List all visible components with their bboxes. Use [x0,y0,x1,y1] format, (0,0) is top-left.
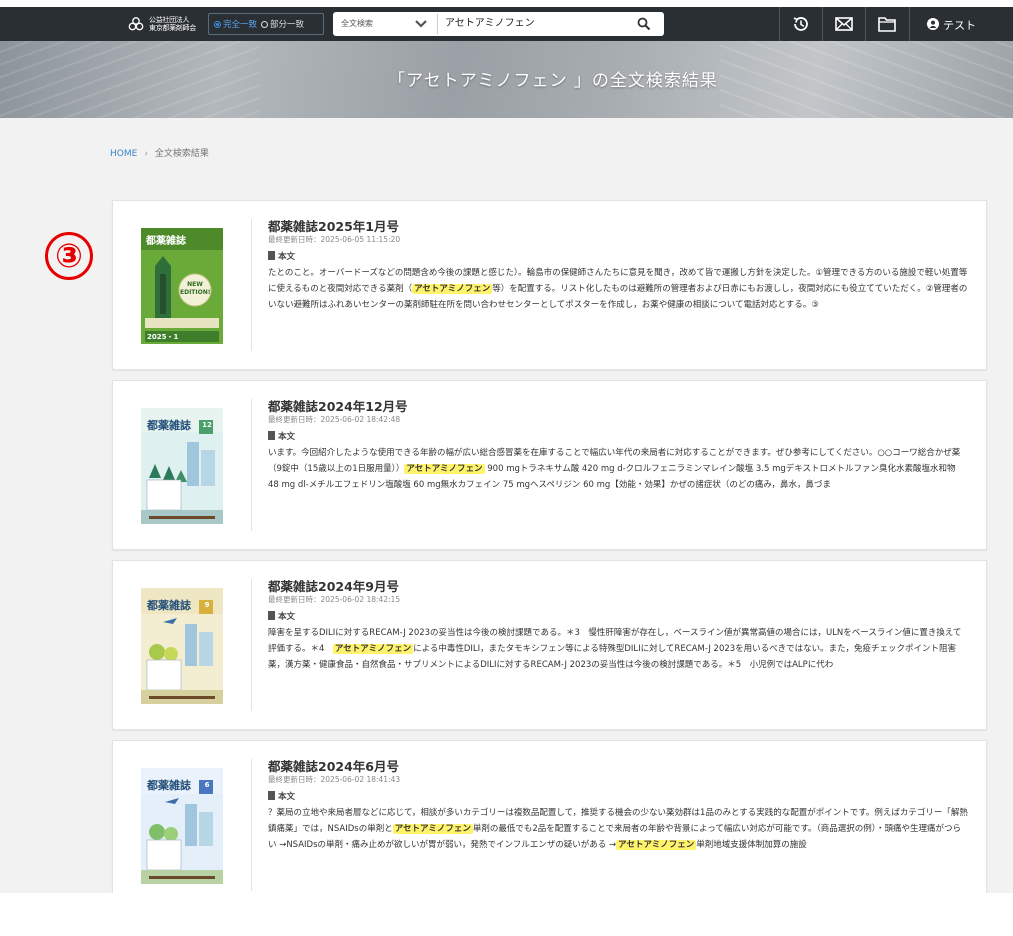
cover-title: 都薬雑誌 [146,236,186,247]
search-result-card[interactable]: 都薬雑誌 9 都薬雑誌2024年9月号 最終更新日時：2025-06-02 18… [112,560,987,730]
partial-match-option[interactable]: 部分一致 [261,18,304,30]
search-scope-select[interactable]: 全文検索 [341,12,373,36]
search-term-highlight: アセトアミノフェン [392,824,473,834]
chevron-down-icon[interactable] [414,18,428,30]
result-snippet: 障害を呈するDILIに対するRECAM-J 2023の妥当性は今後の検討課題であ… [268,625,968,673]
folder-icon [878,17,896,32]
cover-issue: 9 [204,601,210,609]
section-label-text: 本文 [278,432,296,442]
result-updated-at: 最終更新日時：2025-06-02 18:42:15 [268,595,401,604]
card-divider [251,219,252,351]
page-bottom-area [0,893,1013,936]
partial-match-radio[interactable] [261,20,269,28]
cover-title: 都薬雑誌 [147,599,191,612]
card-divider [251,579,252,711]
cover-badge: NEW EDITION! [180,281,211,296]
cover-issue: 6 [204,781,210,789]
breadcrumb: HOME › 全文検索結果 [110,146,209,159]
card-divider [251,759,252,891]
result-snippet: います。今回紹介したような使用できる年齢の幅が広い総合感冒薬を在庫することで幅広… [268,445,968,493]
result-section-label: 本文 [268,250,295,262]
step-number-marker: ③ [45,232,93,280]
result-updated-at: 最終更新日時：2025-06-02 18:42:48 [268,415,401,424]
section-label-text: 本文 [278,792,296,802]
snippet-text: 単剤地域支援体制加算の施設 [696,840,807,850]
cover-title: 都薬雑誌 [147,419,191,432]
logo-line-2: 東京都薬剤師会 [149,24,196,32]
search-result-card[interactable]: 都薬雑誌 6 都薬雑誌2024年6月号 最終更新日時：2025-06-02 18… [112,740,987,893]
magazine-cover[interactable]: 都薬雑誌 9 [141,588,223,704]
search-divider [437,14,438,34]
result-title[interactable]: 都薬雑誌2024年12月号 [268,396,408,415]
document-icon [268,251,275,260]
section-label-text: 本文 [278,252,296,262]
result-snippet: ？薬局の立地や来局者層などに応じて，相談が多いカテゴリーは複数品配置して，推奨す… [268,805,968,853]
logo-emblem-icon [128,17,144,31]
exact-match-radio[interactable] [214,20,221,28]
search-box: 全文検索 [333,12,664,36]
result-section-label: 本文 [268,610,295,622]
result-section-label: 本文 [268,790,295,802]
magazine-cover[interactable]: 都薬雑誌 12 [141,408,223,524]
document-icon [268,431,275,440]
breadcrumb-home-link[interactable]: HOME [110,149,137,159]
history-button[interactable] [779,7,822,41]
cover-issue: 2025・1 [147,333,179,341]
top-strip [0,0,1013,7]
partial-match-label: 部分一致 [270,20,305,30]
result-section-label: 本文 [268,430,295,442]
match-mode-toggle: 完全一致 部分一致 [208,13,324,35]
magazine-cover[interactable]: 都薬雑誌 6 [141,768,223,884]
result-title[interactable]: 都薬雑誌2024年9月号 [268,576,399,595]
search-input[interactable] [445,12,625,36]
search-result-card[interactable]: 都薬雑誌 NEW EDITION! 2025・1 都薬雑誌2025年1月号 最終… [112,200,987,370]
folder-button[interactable] [865,7,908,41]
search-term-highlight: アセトアミノフェン [616,840,697,850]
cover-title: 都薬雑誌 [147,779,191,792]
page-title: 「アセトアミノフェン 」の全文検索結果 [388,71,718,91]
result-updated-at: 最終更新日時：2025-06-02 18:41:43 [268,775,401,784]
mail-button[interactable] [822,7,865,41]
logo-text: 公益社団法人 東京都薬剤師会 [149,16,196,32]
result-title[interactable]: 都薬雑誌2024年6月号 [268,756,399,775]
breadcrumb-current: 全文検索結果 [154,149,209,159]
exact-match-option[interactable]: 完全一致 [214,18,257,30]
search-term-highlight: アセトアミノフェン [332,644,414,654]
mail-icon [835,17,853,31]
search-term-highlight: アセトアミノフェン [412,284,493,294]
history-icon [793,17,808,31]
user-icon [927,18,939,30]
exact-match-label: 完全一致 [223,20,258,30]
association-logo[interactable]: 公益社団法人 東京都薬剤師会 [128,15,198,35]
logo-line-1: 公益社団法人 [149,16,190,24]
cover-issue: 12 [202,421,212,429]
result-snippet: たとのこと。オーバードーズなどの問題含め今後の課題と感じた）。輪島市の保健師さん… [268,265,968,313]
breadcrumb-separator: › [144,149,148,159]
magazine-cover[interactable]: 都薬雑誌 NEW EDITION! 2025・1 [141,228,223,344]
search-term-highlight: アセトアミノフェン [404,464,485,474]
search-icon[interactable] [637,17,651,31]
document-icon [268,791,275,800]
document-icon [268,611,275,620]
result-updated-at: 最終更新日時：2025-06-05 11:15:20 [268,235,401,244]
page-hero: 「アセトアミノフェン 」の全文検索結果 [0,41,1013,118]
user-menu[interactable]: テスト [909,7,1013,41]
result-title[interactable]: 都薬雑誌2025年1月号 [268,216,399,235]
card-divider [251,399,252,531]
search-result-card[interactable]: 都薬雑誌 12 都薬雑誌2024年12月号 最終更新日時：2025-06-02 … [112,380,987,550]
section-label-text: 本文 [278,612,296,622]
user-name: テスト [943,19,976,32]
top-navigation-bar: 公益社団法人 東京都薬剤師会 完全一致 部分一致 全文検索 アセトアミノフェン … [0,7,1013,41]
